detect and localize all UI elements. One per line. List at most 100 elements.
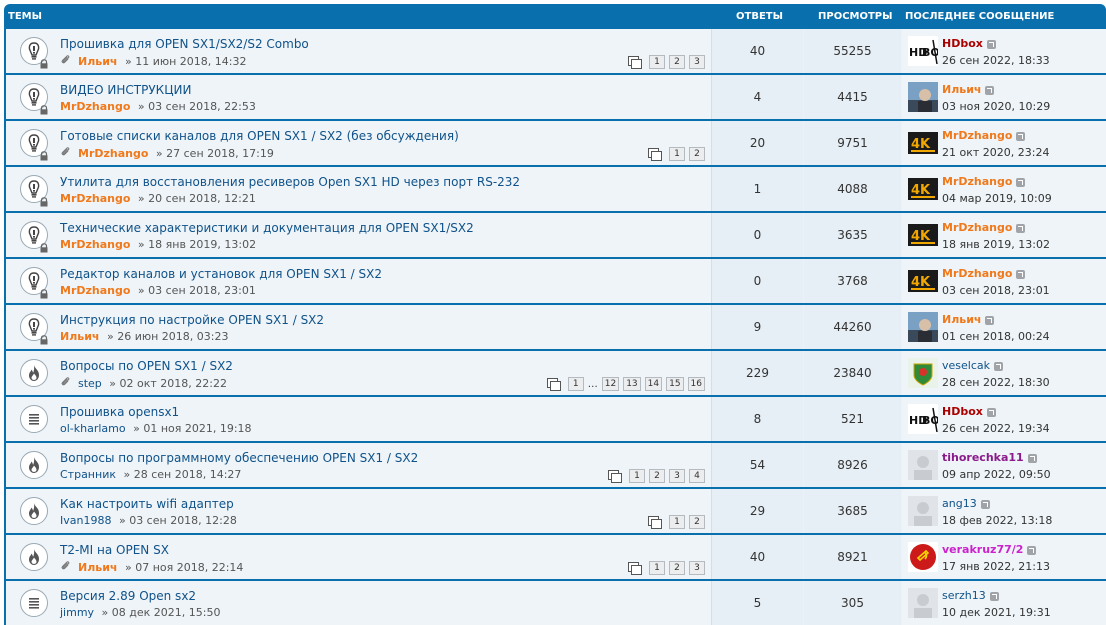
topic-title-link[interactable]: Инструкция по настройке OPEN SX1 / SX2 xyxy=(60,313,324,327)
views-count: 9751 xyxy=(804,121,901,165)
list-header: Темы Ответы Просмотры Последнее сообщени… xyxy=(4,4,1106,28)
topic-title-link[interactable]: Вопросы по OPEN SX1 / SX2 xyxy=(60,359,233,373)
last-post-user-link[interactable]: serzh13 xyxy=(942,589,986,602)
user-avatar[interactable] xyxy=(908,358,938,388)
last-post-user-link[interactable]: MrDzhango xyxy=(942,221,1012,234)
pagination-page-link[interactable]: 3 xyxy=(669,469,685,483)
topic-title-link[interactable]: Прошивка для OPEN SX1/SX2/S2 Combo xyxy=(60,37,309,51)
pagination-page-link[interactable]: 15 xyxy=(666,377,684,391)
topic-title-link[interactable]: T2-MI на OPEN SX xyxy=(60,543,169,557)
pagination-page-link[interactable]: 2 xyxy=(689,147,705,161)
user-avatar[interactable] xyxy=(908,82,938,112)
user-avatar[interactable]: 4K xyxy=(908,266,938,296)
topic-author-link[interactable]: Странник xyxy=(60,468,116,481)
last-post-user-link[interactable]: HDbox xyxy=(942,405,983,418)
go-to-last-post-icon[interactable] xyxy=(1016,177,1026,187)
topic-author-link[interactable]: ol-kharlamo xyxy=(60,422,126,435)
topic-date: » 03 сен 2018, 23:01 xyxy=(134,284,256,297)
paperclip-icon xyxy=(60,376,72,390)
topic-date: » 02 окт 2018, 22:22 xyxy=(105,377,227,390)
pagination-page-link[interactable]: 1 xyxy=(649,55,665,69)
last-post-user-link[interactable]: Ильич xyxy=(942,313,981,326)
go-to-last-post-icon[interactable] xyxy=(986,39,996,49)
topic-author-link[interactable]: MrDzhango xyxy=(60,238,130,251)
pagination-page-link[interactable]: 1 xyxy=(669,515,685,529)
last-post-user-link[interactable]: MrDzhango xyxy=(942,175,1012,188)
pagination-page-link[interactable]: 1 xyxy=(567,377,584,391)
go-to-last-post-icon[interactable] xyxy=(980,499,990,509)
last-post-user-link[interactable]: Ильич xyxy=(942,83,981,96)
last-post-user-link[interactable]: HDbox xyxy=(942,37,983,50)
topic-main-cell: Готовые списки каналов для OPEN SX1 / SX… xyxy=(6,121,712,165)
last-post-user-link[interactable]: MrDzhango xyxy=(942,129,1012,142)
last-post-user-link[interactable]: ang13 xyxy=(942,497,977,510)
pagination-page-link[interactable]: 2 xyxy=(689,515,705,529)
pagination-page-link[interactable]: 3 xyxy=(689,55,705,69)
topic-date: » 27 сен 2018, 17:19 xyxy=(152,147,274,160)
go-to-last-post-icon[interactable] xyxy=(994,361,1003,371)
topic-author-link[interactable]: MrDzhango xyxy=(60,100,130,113)
last-post-user: Ильич xyxy=(942,313,995,326)
user-avatar[interactable] xyxy=(908,450,938,480)
topic-author-link[interactable]: MrDzhango xyxy=(78,147,148,160)
user-avatar[interactable] xyxy=(908,496,938,526)
topic-author-link[interactable]: Ильич xyxy=(78,561,117,574)
user-avatar[interactable]: 4K xyxy=(908,174,938,204)
user-avatar[interactable] xyxy=(908,312,938,342)
user-avatar[interactable]: 4K xyxy=(908,128,938,158)
topic-author-link[interactable]: Ivan1988 xyxy=(60,514,111,527)
go-to-last-post-icon[interactable] xyxy=(1016,269,1026,279)
go-to-last-post-icon[interactable] xyxy=(1027,453,1037,463)
topic-title-link[interactable]: ВИДЕО ИНСТРУКЦИИ xyxy=(60,83,191,97)
topic-title-link[interactable]: Версия 2.89 Open sx2 xyxy=(60,589,196,603)
go-to-last-post-icon[interactable] xyxy=(1016,131,1026,141)
go-to-last-post-icon[interactable] xyxy=(985,315,995,325)
user-avatar[interactable] xyxy=(908,588,938,618)
pagination-page-link[interactable]: 12 xyxy=(601,377,620,391)
topic-author-link[interactable]: MrDzhango xyxy=(60,192,130,205)
topic-title-link[interactable]: Вопросы по программному обеспечению OPEN… xyxy=(60,451,418,465)
user-avatar[interactable] xyxy=(908,542,938,572)
go-to-last-post-icon[interactable] xyxy=(989,591,999,601)
topic-title-link[interactable]: Утилита для восстановления ресиверов Ope… xyxy=(60,175,520,189)
pagination-page-link[interactable]: 2 xyxy=(669,55,685,69)
pagination-page-link[interactable]: 1 xyxy=(629,469,645,483)
pagination-page-link[interactable]: 1 xyxy=(669,147,685,161)
last-post-user-link[interactable]: veselcak xyxy=(942,359,990,372)
go-to-last-post-icon[interactable] xyxy=(1016,223,1026,233)
last-post-user-link[interactable]: verakruz77/2 xyxy=(942,543,1023,556)
last-post-cell: tihorechka11 09 апр 2022, 09:50 xyxy=(902,443,1106,487)
last-post-user-link[interactable]: tihorechka11 xyxy=(942,451,1024,464)
last-post-user: veselcak xyxy=(942,359,1003,372)
pagination-page-link[interactable]: 2 xyxy=(669,561,685,575)
topic-title-link[interactable]: Технические характеристики и документаци… xyxy=(60,221,474,235)
go-to-last-post-icon[interactable] xyxy=(986,407,996,417)
last-post-user: MrDzhango xyxy=(942,129,1026,142)
user-avatar[interactable]: HDBOX xyxy=(908,404,938,434)
pagination-page-link[interactable]: 13 xyxy=(623,377,641,391)
topic-title-link[interactable]: Прошивка opensx1 xyxy=(60,405,179,419)
user-avatar[interactable]: HDBOX xyxy=(908,36,938,66)
go-to-last-post-icon[interactable] xyxy=(985,85,995,95)
go-to-last-post-icon[interactable] xyxy=(1027,545,1037,555)
pagination-page-link[interactable]: 3 xyxy=(689,561,705,575)
topic-author-link[interactable]: Ильич xyxy=(78,55,117,68)
lock-icon xyxy=(39,192,49,207)
topic-date: » 03 сен 2018, 22:53 xyxy=(134,100,256,113)
topic-author-link[interactable]: Ильич xyxy=(60,330,99,343)
topic-title-link[interactable]: Готовые списки каналов для OPEN SX1 / SX… xyxy=(60,129,459,143)
pagination-page-link[interactable]: 2 xyxy=(649,469,665,483)
topic-author-link[interactable]: jimmy xyxy=(60,606,94,619)
pagination-page-link[interactable]: 4 xyxy=(689,469,705,483)
topic-title-link[interactable]: Редактор каналов и установок для OPEN SX… xyxy=(60,267,382,281)
pagination-page-link[interactable]: 1 xyxy=(649,561,665,575)
topic-author-link[interactable]: step xyxy=(78,377,102,390)
topic-author-link[interactable]: MrDzhango xyxy=(60,284,130,297)
replies-count: 40 xyxy=(712,29,803,73)
pagination-page-link[interactable]: 14 xyxy=(644,377,663,391)
topic-title-link[interactable]: Как настроить wifi адаптер xyxy=(60,497,234,511)
topic-meta: Ильич » 26 июн 2018, 03:23 xyxy=(60,330,229,343)
pagination-page-link[interactable]: 16 xyxy=(687,377,705,391)
last-post-user-link[interactable]: MrDzhango xyxy=(942,267,1012,280)
user-avatar[interactable]: 4K xyxy=(908,220,938,250)
